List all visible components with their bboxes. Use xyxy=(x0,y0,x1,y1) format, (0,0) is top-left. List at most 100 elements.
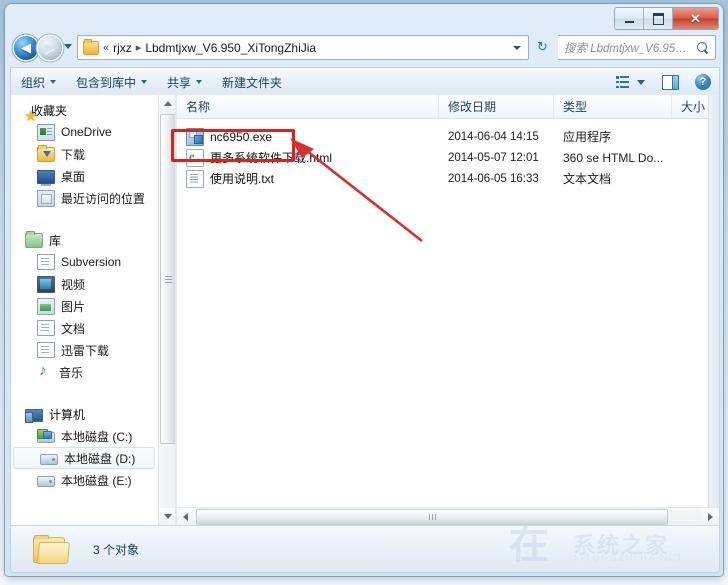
file-date-cell: 2014-06-04 14:15 xyxy=(448,130,539,143)
details-pane: 3 个对象 在 系统之家 XITONGZHIJIA.NET xyxy=(10,525,720,573)
file-name-cell[interactable]: nc6950.exe xyxy=(186,127,272,146)
forward-button[interactable]: ▶ xyxy=(38,36,62,60)
computer-icon xyxy=(25,408,43,423)
exe-file-icon xyxy=(186,127,204,146)
downloads-folder-icon xyxy=(37,145,55,162)
sidebar-item-label: OneDrive xyxy=(61,125,112,139)
sidebar-item-drive-e[interactable]: 本地磁盘 (E:) xyxy=(11,469,157,491)
breadcrumb-separator[interactable]: ▸ xyxy=(136,41,142,54)
table-row[interactable]: 使用说明.txt 2014-06-05 16:33 文本文档 xyxy=(177,168,719,189)
column-label: 类型 xyxy=(563,100,588,114)
breadcrumb-item-1[interactable]: Lbdmtjxw_V6.950_XiTongZhiJia xyxy=(145,41,316,55)
column-label: 修改日期 xyxy=(448,100,497,114)
close-button[interactable]: ✕ xyxy=(673,8,718,29)
sidebar-item-drive-d[interactable]: 本地磁盘 (D:) xyxy=(13,447,155,469)
sidebar-group-libraries[interactable]: 库 xyxy=(11,229,157,251)
back-button[interactable]: ◀ xyxy=(14,36,38,60)
breadcrumb-item-0[interactable]: rjxz xyxy=(113,41,132,55)
title-bar: ✕ xyxy=(5,4,723,30)
new-folder-button[interactable]: 新建文件夹 xyxy=(212,68,292,96)
table-row[interactable]: nc6950.exe 2014-06-04 14:15 应用程序 9, xyxy=(177,126,719,147)
file-name-cell[interactable]: 使用说明.txt xyxy=(186,169,275,188)
preview-pane-icon[interactable] xyxy=(662,74,679,90)
sidebar-item-music[interactable]: 音乐 xyxy=(11,361,157,383)
maximize-button[interactable] xyxy=(644,8,673,29)
sidebar-item-pictures[interactable]: 图片 xyxy=(11,295,157,317)
share-button[interactable]: 共享 xyxy=(157,68,212,96)
sidebar-item-thunder-download[interactable]: 迅雷下载 xyxy=(11,339,157,361)
sidebar-item-label: 本地磁盘 (E:) xyxy=(61,473,132,488)
address-bar[interactable]: « rjxz ▸ Lbdmtjxw_V6.950_XiTongZhiJia xyxy=(77,35,529,60)
help-glyph: ? xyxy=(699,76,707,88)
file-date-cell: 2014-05-07 12:01 xyxy=(448,151,539,164)
thunder-download-icon xyxy=(37,342,55,358)
scroll-down-button[interactable] xyxy=(159,508,176,525)
sidebar-item-label: 最近访问的位置 xyxy=(61,191,146,206)
command-toolbar: 组织 包含到库中 共享 新建文件夹 ? xyxy=(10,67,720,97)
chevron-left-icon xyxy=(183,512,188,521)
column-header-date[interactable]: 修改日期 xyxy=(439,95,554,118)
sidebar-item-label: 下载 xyxy=(61,147,86,162)
scroll-left-button[interactable] xyxy=(177,508,194,525)
sidebar-group-label: 库 xyxy=(49,233,62,248)
desktop-icon xyxy=(37,170,55,186)
navigation-pane: 收藏夹 OneDrive 下载 桌面 最近访问的位置 库 Subversion … xyxy=(11,95,157,525)
organize-button[interactable]: 组织 xyxy=(11,68,66,96)
list-right-gutter xyxy=(708,95,719,525)
chevron-down-icon xyxy=(50,80,57,84)
drive-icon xyxy=(37,476,55,487)
chevron-down-icon xyxy=(163,514,172,519)
column-header-name[interactable]: 名称 xyxy=(177,95,439,118)
horizontal-scrollbar-thumb[interactable] xyxy=(196,509,668,525)
address-dropdown-icon[interactable] xyxy=(513,45,521,50)
breadcrumb-overflow[interactable]: « xyxy=(103,42,109,54)
sidebar-item-label: 桌面 xyxy=(61,169,86,184)
sidebar-item-desktop[interactable]: 桌面 xyxy=(11,165,157,187)
search-input[interactable]: 搜索 Lbdmtjxw_V6.950_Xi... xyxy=(564,40,688,56)
file-name-label: 更多系统软件下载.html xyxy=(210,151,333,165)
history-dropdown-icon[interactable] xyxy=(64,44,72,49)
navigation-pane-scrollbar[interactable] xyxy=(158,95,177,525)
watermark-title: 系统之家 xyxy=(573,533,670,558)
minimize-button[interactable] xyxy=(615,8,644,29)
view-chevron-down-icon[interactable] xyxy=(637,79,645,85)
scroll-up-button[interactable] xyxy=(159,95,176,112)
sidebar-item-subversion[interactable]: Subversion xyxy=(11,251,157,273)
main-content-area: 收藏夹 OneDrive 下载 桌面 最近访问的位置 库 Subversion … xyxy=(10,95,720,525)
close-icon: ✕ xyxy=(690,11,701,26)
file-type-cell: 文本文档 xyxy=(563,172,612,186)
column-label: 名称 xyxy=(186,100,211,114)
file-name-label: 使用说明.txt xyxy=(210,172,275,186)
sidebar-item-videos[interactable]: 视频 xyxy=(11,273,157,295)
sidebar-item-documents[interactable]: 文档 xyxy=(11,317,157,339)
include-in-library-label: 包含到库中 xyxy=(76,75,137,90)
file-date-cell: 2014-06-05 16:33 xyxy=(448,172,539,185)
view-list-icon[interactable] xyxy=(616,76,630,88)
column-header-type[interactable]: 类型 xyxy=(554,95,672,118)
sidebar-item-drive-c[interactable]: 本地磁盘 (C:) xyxy=(11,425,157,447)
open-folder-icon xyxy=(33,535,70,564)
watermark-logo: 在 xyxy=(509,525,549,567)
file-name-cell[interactable]: 更多系统软件下载.html xyxy=(186,148,333,167)
sidebar-group-computer[interactable]: 计算机 xyxy=(11,403,157,425)
sidebar-group-favorites[interactable]: 收藏夹 xyxy=(11,99,157,126)
search-box[interactable]: 搜索 Lbdmtjxw_V6.950_Xi... xyxy=(558,35,716,60)
chevron-down-icon xyxy=(196,80,203,84)
table-row[interactable]: 更多系统软件下载.html 2014-05-07 12:01 360 se HT… xyxy=(177,147,719,168)
include-in-library-button[interactable]: 包含到库中 xyxy=(66,68,157,96)
horizontal-scrollbar[interactable] xyxy=(177,507,719,525)
chevron-right-icon xyxy=(708,512,713,521)
html-file-icon xyxy=(186,148,204,167)
sidebar-item-recent-places[interactable]: 最近访问的位置 xyxy=(11,187,157,209)
pictures-library-icon xyxy=(37,297,55,315)
toolbar-right-group: ? xyxy=(616,74,719,90)
organize-label: 组织 xyxy=(21,75,46,90)
scroll-right-button[interactable] xyxy=(702,508,719,525)
txt-file-icon xyxy=(186,169,204,188)
watermark-subtitle: XITONGZHIJIA.NET xyxy=(573,553,684,564)
help-icon[interactable]: ? xyxy=(695,74,711,90)
sidebar-item-onedrive[interactable]: OneDrive xyxy=(11,121,157,143)
sidebar-item-downloads[interactable]: 下载 xyxy=(11,143,157,165)
refresh-button[interactable]: ↻ xyxy=(533,37,552,56)
forward-arrow-icon: ▶ xyxy=(45,40,55,56)
